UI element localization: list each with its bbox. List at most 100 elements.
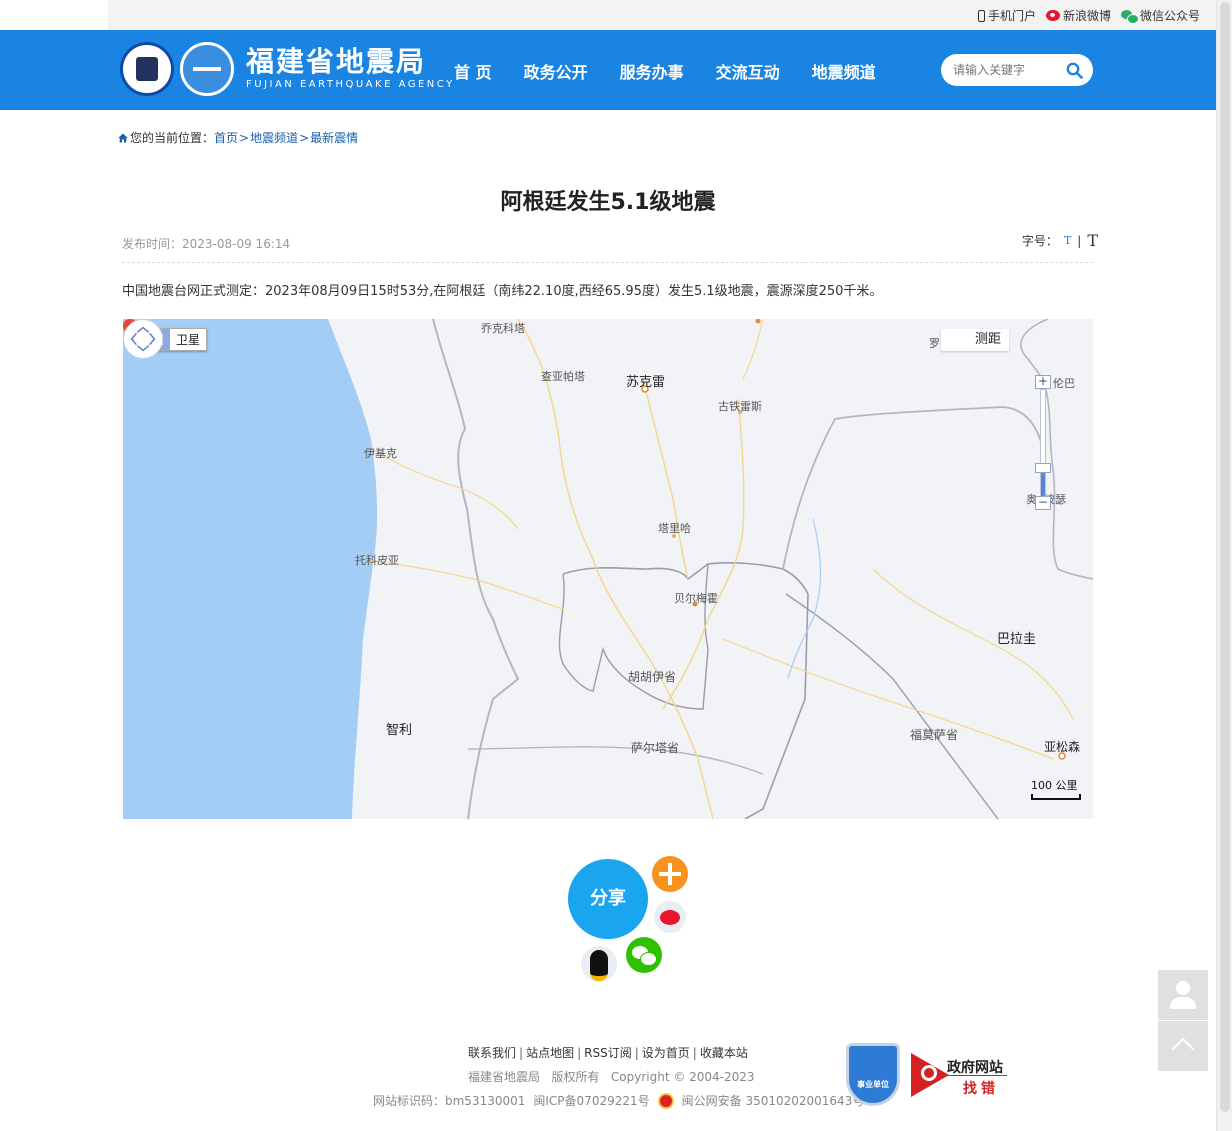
weibo-icon — [1045, 10, 1060, 21]
nav-interaction[interactable]: 交流互动 — [716, 59, 780, 83]
map-label: 苏克雷 — [626, 375, 666, 390]
border-paraguay — [782, 406, 1044, 570]
font-small-button[interactable]: T — [1064, 234, 1071, 247]
font-size-label: 字号： — [1021, 234, 1058, 248]
zoom-in-button[interactable]: + — [1035, 375, 1051, 389]
footer-links: 联系我们 | 站点地图 | RSS订阅 | 设为首页 | 收藏本站 — [468, 1044, 748, 1061]
breadcrumb-latest-quakes[interactable]: 最新震情 — [310, 129, 358, 146]
wechat-icon — [1120, 9, 1139, 24]
back-to-top-button[interactable] — [1158, 1021, 1208, 1071]
footer-link-homepage[interactable]: 设为首页 — [642, 1046, 690, 1060]
police-record-link[interactable]: 闽公网安备 35010202001643号 — [682, 1092, 865, 1109]
site-id: 网站标识码：bm53130001 — [373, 1094, 526, 1108]
gov-site-error-report-badge[interactable]: 政府网站 找错 — [911, 1053, 1011, 1097]
wechat-label: 微信公众号 — [1139, 9, 1200, 23]
road-1 — [517, 319, 714, 819]
footer-separator: | — [692, 1046, 697, 1060]
font-big-button[interactable]: T — [1087, 231, 1098, 250]
font-size-divider: | — [1077, 233, 1082, 248]
border-jujuy — [558, 563, 709, 710]
footer-separator: | — [634, 1046, 639, 1060]
road-8 — [742, 319, 764, 380]
search-input[interactable] — [953, 62, 1063, 78]
breadcrumb-separator: > — [299, 130, 310, 145]
nav-services[interactable]: 服务办事 — [620, 59, 684, 83]
scrollbar-thumb[interactable] — [1220, 2, 1230, 1112]
wechat-link[interactable]: 微信公众号 — [1120, 7, 1200, 24]
map-label: 罗 — [929, 337, 940, 350]
pan-control-icon[interactable] — [123, 319, 163, 359]
map-label: 塔里哈 — [658, 522, 691, 535]
publish-time: 发布时间：2023-08-09 16:14 — [122, 237, 291, 251]
footer-link-sitemap[interactable]: 站点地图 — [526, 1046, 574, 1060]
footer-link-bookmark[interactable]: 收藏本站 — [700, 1046, 748, 1060]
nav-earthquake-channel[interactable]: 地震频道 — [812, 59, 876, 83]
user-icon-body — [1170, 997, 1196, 1009]
home-icon — [118, 133, 128, 142]
breadcrumb-prefix: 您的当前位置： — [130, 131, 215, 145]
record-info: 网站标识码：bm53130001 闽ICP备07029221号 闽公网安备 35… — [373, 1092, 864, 1109]
border-formosa — [785, 593, 999, 819]
error-report-label-2: 找错 — [963, 1081, 999, 1097]
zoom-out-button[interactable]: − — [1035, 496, 1051, 510]
weibo-link[interactable]: 新浪微博 — [1045, 7, 1111, 24]
breadcrumb-earthquake-channel[interactable]: 地震频道 — [250, 129, 298, 146]
map-label: 伊基克 — [364, 447, 397, 460]
footer-link-rss[interactable]: RSS订阅 — [584, 1046, 632, 1060]
map-type-satellite-button[interactable]: 卫星 — [170, 329, 207, 350]
icp-record-link[interactable]: 闽ICP备07029221号 — [533, 1092, 649, 1109]
road-3 — [662, 398, 745, 710]
map-label: 贝尔梅霍 — [674, 592, 718, 605]
article-title: 阿根廷发生5.1级地震 — [500, 190, 716, 215]
map-label: 查亚帕塔 — [541, 370, 585, 383]
map-label: 福莫萨省 — [910, 728, 959, 742]
nav-government-affairs[interactable]: 政务公开 — [524, 59, 588, 83]
border-salta — [467, 746, 764, 775]
page-scrollbar[interactable] — [1216, 0, 1232, 1131]
top-links: 手机门户 新浪微博 微信公众号 — [977, 7, 1200, 24]
magnifier-icon — [921, 1065, 937, 1081]
site-header: 福建省地震局 FUJIAN EARTHQUAKE AGENCY 首 页 政务公开… — [0, 30, 1216, 110]
shield-icon — [846, 1043, 900, 1106]
copyright: 福建省地震局 版权所有 Copyright © 2004-2023 — [468, 1070, 755, 1084]
share-button[interactable]: 分享 — [568, 859, 648, 939]
breadcrumb-home[interactable]: 首页 — [214, 129, 238, 146]
mobile-portal-label: 手机门户 — [987, 9, 1036, 23]
map-scale-label: 100 公里 — [1031, 779, 1078, 792]
ranging-button[interactable]: 测距 — [941, 329, 1009, 351]
nav-home[interactable]: 首 页 — [454, 59, 492, 83]
map-canvas — [123, 319, 1093, 819]
logo-cn: 福建省地震局 — [246, 45, 427, 78]
map-label: 萨尔塔省 — [631, 741, 680, 755]
road-2 — [642, 378, 689, 580]
zoom-slider-handle[interactable] — [1035, 463, 1051, 473]
public-institution-badge[interactable]: 事业单位 — [846, 1043, 900, 1106]
city-dot-north — [755, 319, 761, 324]
agency-emblem-icon — [120, 42, 174, 96]
footer-link-contact[interactable]: 联系我们 — [468, 1046, 516, 1060]
share-more-icon[interactable] — [652, 856, 688, 892]
article-body: 中国地震台网正式测定：2023年08月09日15时53分,在阿根廷（南纬22.1… — [122, 284, 883, 299]
road-7 — [872, 568, 1074, 720]
float-user-button[interactable] — [1158, 970, 1208, 1020]
epicenter-map[interactable]: 乔克科塔 查亚帕塔 苏克雷 古铁雷斯 罗 伦巴 伊基克 塔里哈 托科皮亚 贝尔梅… — [123, 319, 1093, 819]
share-wechat-icon[interactable] — [626, 937, 662, 973]
logo-text: 福建省地震局 FUJIAN EARTHQUAKE AGENCY — [246, 46, 455, 92]
main-nav: 首 页 政务公开 服务办事 交流互动 地震频道 — [454, 59, 876, 83]
fjea-emblem-icon — [180, 42, 234, 96]
search-icon[interactable] — [1066, 62, 1083, 79]
map-label: 胡胡伊省 — [628, 670, 677, 684]
top-utility-bar: 手机门户 新浪微博 微信公众号 — [108, 0, 1216, 30]
title-divider — [122, 262, 1093, 263]
road-6 — [722, 638, 1054, 760]
site-logo[interactable]: 福建省地震局 FUJIAN EARTHQUAKE AGENCY — [120, 42, 455, 96]
font-size-control: 字号： T | T — [1022, 231, 1098, 250]
zoom-slider-fill — [1041, 473, 1045, 496]
map-label: 托科皮亚 — [355, 554, 399, 567]
share-weibo-icon[interactable] — [654, 901, 686, 933]
map-label: 乔克科塔 — [481, 322, 525, 335]
footer-separator: | — [577, 1046, 582, 1060]
share-qq-icon[interactable] — [581, 946, 617, 982]
user-icon — [1176, 981, 1190, 995]
mobile-portal-link[interactable]: 手机门户 — [977, 7, 1036, 24]
